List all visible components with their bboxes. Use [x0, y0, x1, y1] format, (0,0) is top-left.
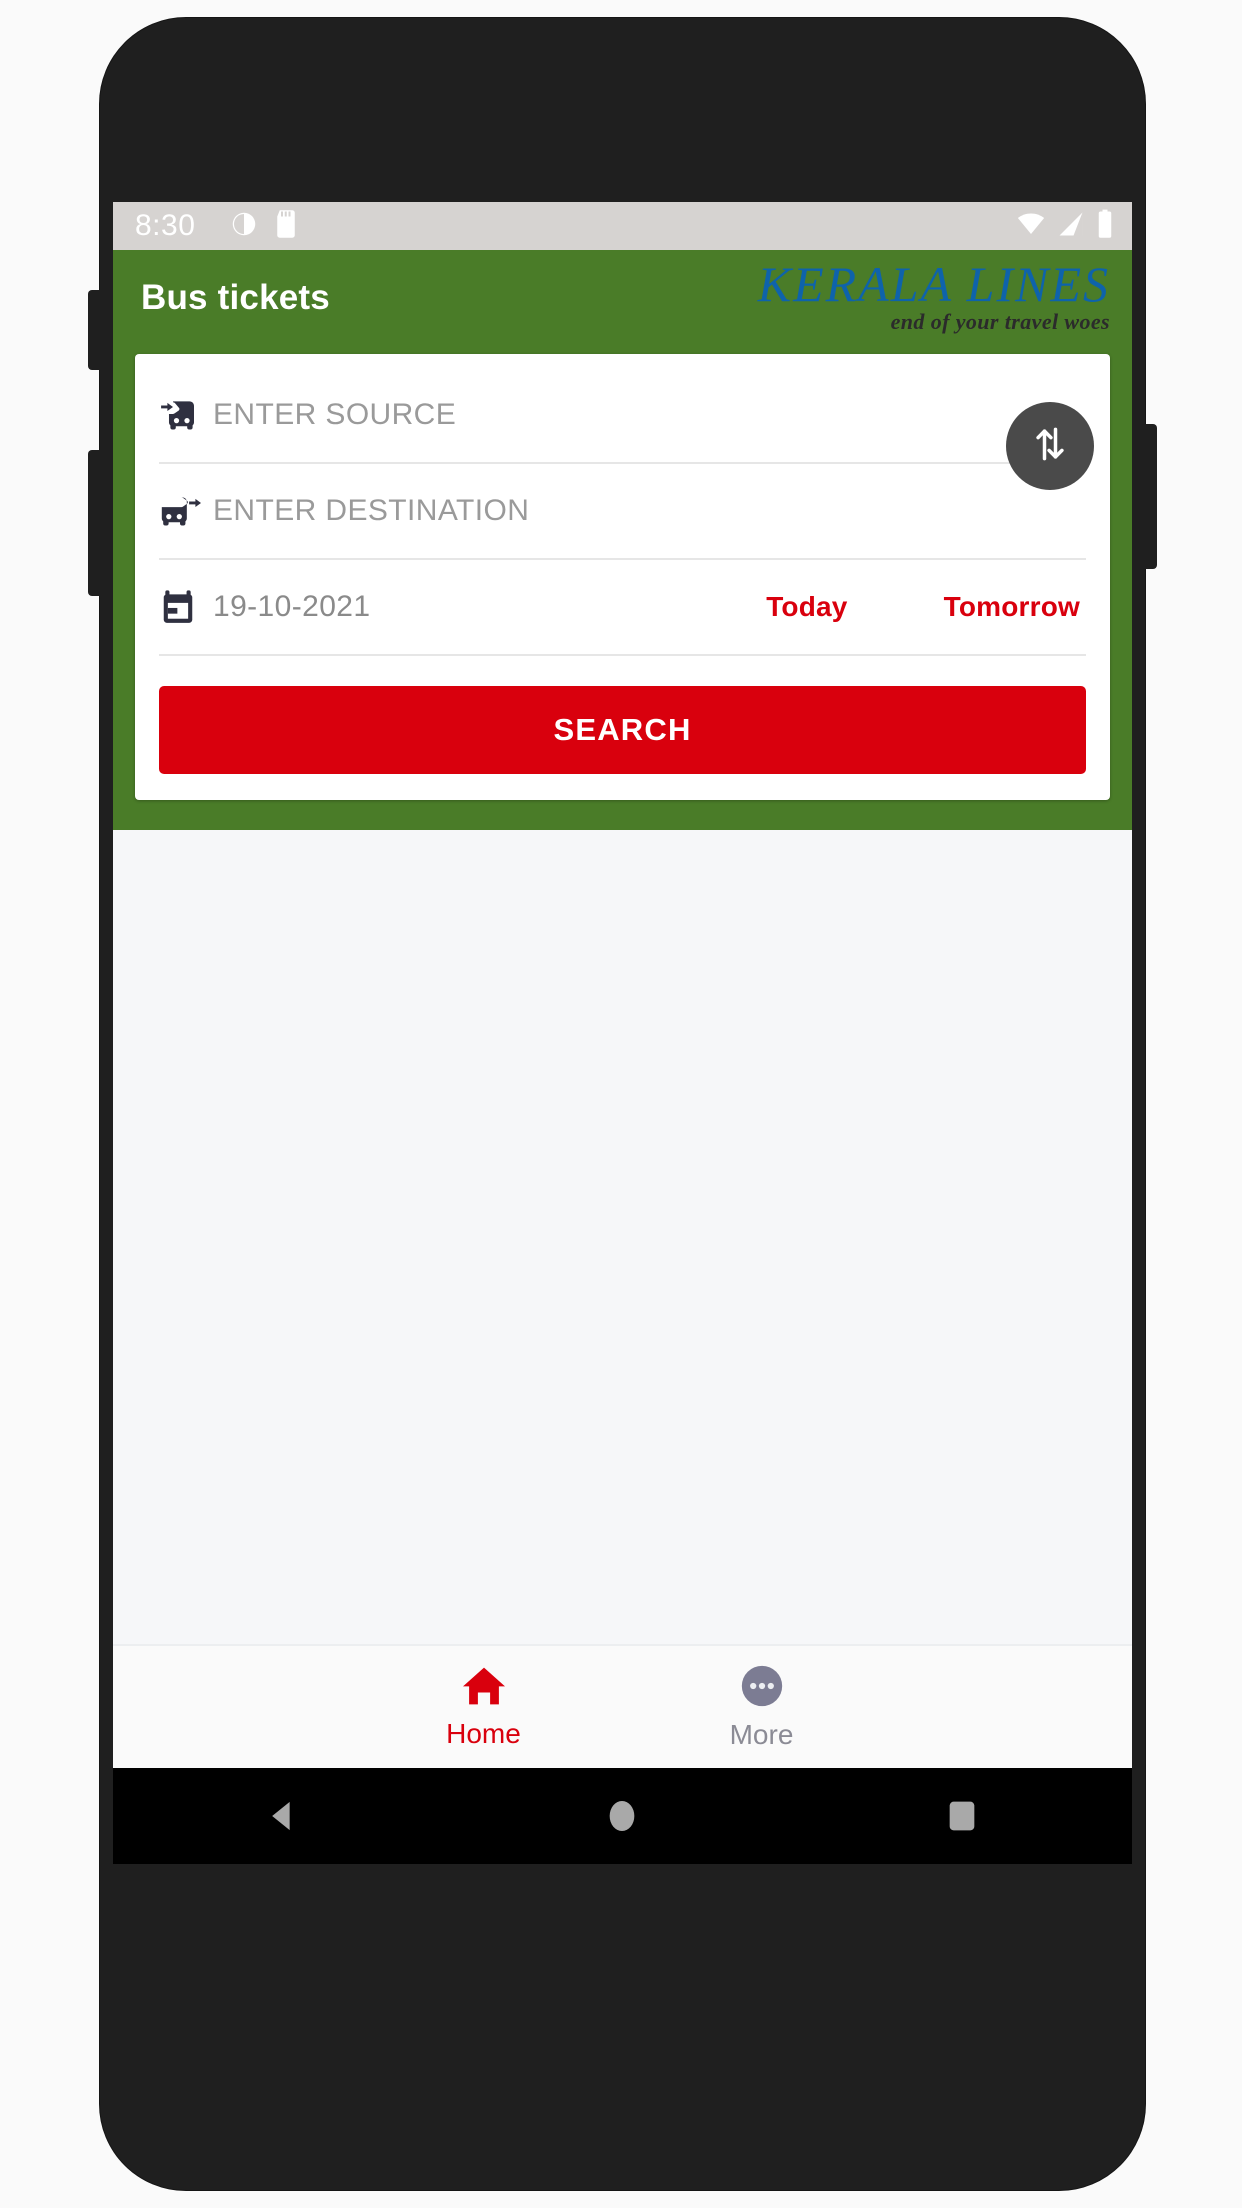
today-button[interactable]: Today [766, 591, 847, 623]
app-bar: Bus tickets KERALA LINES end of your tra… [113, 250, 1132, 346]
home-icon [461, 1665, 507, 1712]
swap-source-destination-button[interactable] [1006, 402, 1094, 490]
more-ellipsis-icon [740, 1664, 784, 1713]
page-title: Bus tickets [141, 278, 330, 317]
bus-departure-icon [159, 490, 213, 532]
nav-item-home-label: Home [446, 1717, 521, 1749]
android-system-nav-bar [113, 1768, 1132, 1864]
bottom-navigation-bar: Home More [113, 1644, 1132, 1768]
brand-name: KERALA LINES [757, 256, 1110, 312]
home-circle-icon[interactable] [562, 1796, 682, 1836]
back-triangle-icon[interactable] [223, 1796, 343, 1836]
nav-item-more[interactable]: More [687, 1664, 837, 1751]
source-field-row[interactable]: ENTER SOURCE [159, 368, 1086, 464]
wifi-icon [1016, 211, 1046, 242]
status-bar-clock: 8:30 [135, 209, 196, 242]
phone-screen: 8:30 Bus tickets KERALA LINES end of you… [113, 202, 1132, 1768]
brand-logo: KERALA LINES end of your travel woes [758, 259, 1110, 337]
status-bar-left: 8:30 [135, 209, 1016, 244]
alarm-circle-icon [229, 209, 259, 244]
nav-item-more-label: More [729, 1718, 794, 1750]
source-input[interactable]: ENTER SOURCE [213, 398, 1086, 432]
phone-frame: 8:30 Bus tickets KERALA LINES end of you… [88, 18, 1157, 2190]
cellular-signal-icon [1057, 211, 1085, 242]
status-bar-right [1016, 209, 1114, 244]
destination-input[interactable]: ENTER DESTINATION [213, 494, 1086, 528]
sd-card-icon [273, 209, 299, 244]
swap-vertical-icon [1028, 422, 1072, 471]
volume-up-button[interactable] [88, 290, 102, 370]
status-bar: 8:30 [113, 202, 1132, 250]
power-button[interactable] [1143, 424, 1157, 569]
recents-square-icon[interactable] [902, 1796, 1022, 1836]
destination-field-row[interactable]: ENTER DESTINATION [159, 464, 1086, 560]
date-field-row[interactable]: 19-10-2021 Today Tomorrow [159, 560, 1086, 656]
bus-arrival-icon [159, 394, 213, 436]
content-area [113, 830, 1132, 1768]
brand-tagline: end of your travel woes [890, 309, 1110, 334]
tomorrow-button[interactable]: Tomorrow [944, 591, 1080, 623]
search-backdrop: ENTER SOURCE ENTER DESTINATION 19-10-202… [113, 346, 1132, 830]
search-button[interactable]: SEARCH [159, 686, 1086, 774]
nav-item-home[interactable]: Home [409, 1665, 559, 1750]
calendar-icon [159, 588, 213, 626]
battery-icon [1096, 209, 1114, 244]
search-card: ENTER SOURCE ENTER DESTINATION 19-10-202… [135, 354, 1110, 800]
date-input[interactable]: 19-10-2021 [213, 590, 766, 624]
volume-down-button[interactable] [88, 450, 102, 596]
